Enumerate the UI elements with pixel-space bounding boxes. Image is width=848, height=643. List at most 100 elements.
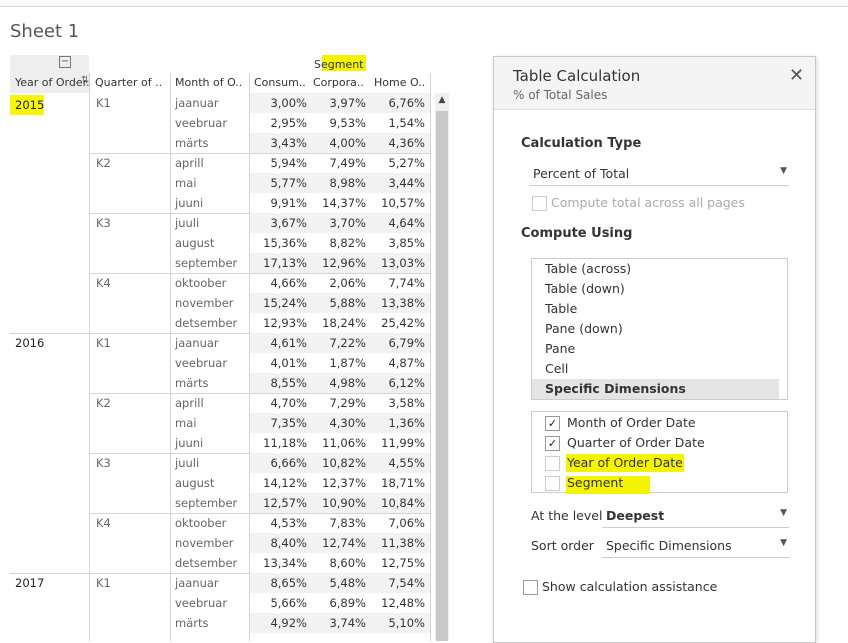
year-2015-label[interactable]: 2015 [15,95,44,115]
column-header-quarter[interactable]: Quarter of .. [95,73,171,93]
month-cell[interactable]: jaanuar [175,573,219,593]
value-cell[interactable]: 10,84% [372,493,425,513]
value-cell[interactable]: 12,75% [372,553,425,573]
dimension-checkbox-quarter[interactable]: ✓ [545,436,560,451]
month-cell[interactable]: märts [175,133,208,153]
value-cell[interactable]: 11,38% [372,533,425,553]
value-cell[interactable]: 5,10% [372,613,425,633]
value-cell[interactable]: 8,98% [313,173,366,193]
value-cell[interactable]: 4,00% [313,133,366,153]
month-cell[interactable]: jaanuar [175,93,219,113]
value-cell[interactable]: 14,12% [254,473,307,493]
value-cell[interactable]: 7,29% [313,393,366,413]
dimension-checkbox-year[interactable] [545,456,560,471]
month-cell[interactable]: juuni [175,433,203,453]
value-cell[interactable]: 2,95% [254,113,307,133]
segment-header[interactable]: Segment [314,58,364,71]
value-cell[interactable]: 4,66% [254,273,307,293]
month-cell[interactable]: veebruar [175,593,227,613]
month-cell[interactable]: august [175,473,214,493]
list-item-cell[interactable]: Cell [532,359,779,379]
month-cell[interactable]: märts [175,373,208,393]
value-cell[interactable]: 5,27% [372,153,425,173]
value-cell[interactable]: 5,48% [313,573,366,593]
value-cell[interactable]: 3,74% [313,613,366,633]
value-cell[interactable]: 1,36% [372,413,425,433]
quarter-cell[interactable]: K2 [96,393,111,413]
month-cell[interactable]: oktoober [175,513,226,533]
value-cell[interactable]: 5,88% [313,293,366,313]
value-cell[interactable]: 3,44% [372,173,425,193]
value-cell[interactable]: 7,06% [372,513,425,533]
value-cell[interactable]: 4,30% [313,413,366,433]
value-cell[interactable]: 9,53% [313,113,366,133]
value-cell[interactable]: 5,94% [254,153,307,173]
month-cell[interactable]: mai [175,173,196,193]
list-item-specific-dimensions[interactable]: Specific Dimensions [532,379,779,399]
value-cell[interactable]: 6,76% [372,93,425,113]
month-cell[interactable]: veebruar [175,113,227,133]
value-cell[interactable]: 8,60% [313,553,366,573]
value-cell[interactable]: 4,98% [313,373,366,393]
value-cell[interactable]: 8,40% [254,533,307,553]
value-cell[interactable]: 7,49% [313,153,366,173]
value-cell[interactable]: 3,97% [313,93,366,113]
value-cell[interactable]: 7,74% [372,273,425,293]
value-cell[interactable]: 10,82% [313,453,366,473]
calculation-type-dropdown[interactable]: Percent of Total ▼ [529,163,789,186]
month-cell[interactable]: juuli [175,453,199,473]
dimension-checkbox-month[interactable]: ✓ [545,416,560,431]
column-header-home-office[interactable]: Home O.. [374,73,430,93]
value-cell[interactable]: 4,64% [372,213,425,233]
value-cell[interactable]: 12,96% [313,253,366,273]
list-item-pane-down[interactable]: Pane (down) [532,319,779,339]
dimension-checkbox-segment[interactable] [545,476,560,491]
list-item-table-across[interactable]: Table (across) [532,259,779,279]
value-cell[interactable]: 12,93% [254,313,307,333]
quarter-cell[interactable]: K1 [96,333,111,353]
value-cell[interactable]: 11,06% [313,433,366,453]
value-cell[interactable]: 18,24% [313,313,366,333]
at-level-dropdown[interactable]: Deepest ▼ [602,505,789,528]
month-cell[interactable]: juuni [175,193,203,213]
column-header-corporate[interactable]: Corpora.. [313,73,370,93]
month-cell[interactable]: aprill [175,153,204,173]
column-header-month[interactable]: Month of O.. [175,73,249,93]
value-cell[interactable]: 15,36% [254,233,307,253]
column-header-consumer[interactable]: Consum.. [254,73,310,93]
month-cell[interactable]: september [175,253,237,273]
value-cell[interactable]: 4,87% [372,353,425,373]
year-cell[interactable]: 2016 [15,333,44,353]
value-cell[interactable]: 4,70% [254,393,307,413]
value-cell[interactable]: 6,12% [372,373,425,393]
month-cell[interactable]: detsember [175,313,237,333]
month-cell[interactable]: detsember [175,553,237,573]
month-cell[interactable]: veebruar [175,353,227,373]
value-cell[interactable]: 8,65% [254,573,307,593]
value-cell[interactable]: 6,66% [254,453,307,473]
value-cell[interactable]: 12,74% [313,533,366,553]
value-cell[interactable]: 7,54% [372,573,425,593]
value-cell[interactable]: 7,35% [254,413,307,433]
value-cell[interactable]: 3,58% [372,393,425,413]
month-cell[interactable]: august [175,233,214,253]
quarter-cell[interactable]: K1 [96,573,111,593]
list-item-pane[interactable]: Pane [532,339,779,359]
year-cell[interactable]: 2017 [15,573,44,593]
compute-total-checkbox[interactable] [532,196,547,211]
value-cell[interactable]: 13,03% [372,253,425,273]
quarter-cell[interactable]: K2 [96,153,111,173]
list-item-table[interactable]: Table [532,299,779,319]
month-cell[interactable]: november [175,533,234,553]
compute-using-list[interactable]: Table (across) Table (down) Table Pane (… [531,258,788,400]
month-cell[interactable]: juuli [175,213,199,233]
value-cell[interactable]: 4,55% [372,453,425,473]
value-cell[interactable]: 25,42% [372,313,425,333]
quarter-cell[interactable]: K4 [96,273,111,293]
scroll-up-icon[interactable]: ▲ [436,95,448,107]
value-cell[interactable]: 1,54% [372,113,425,133]
quarter-cell[interactable]: K4 [96,513,111,533]
value-cell[interactable]: 4,61% [254,333,307,353]
month-cell[interactable]: aprill [175,393,204,413]
value-cell[interactable]: 5,66% [254,593,307,613]
